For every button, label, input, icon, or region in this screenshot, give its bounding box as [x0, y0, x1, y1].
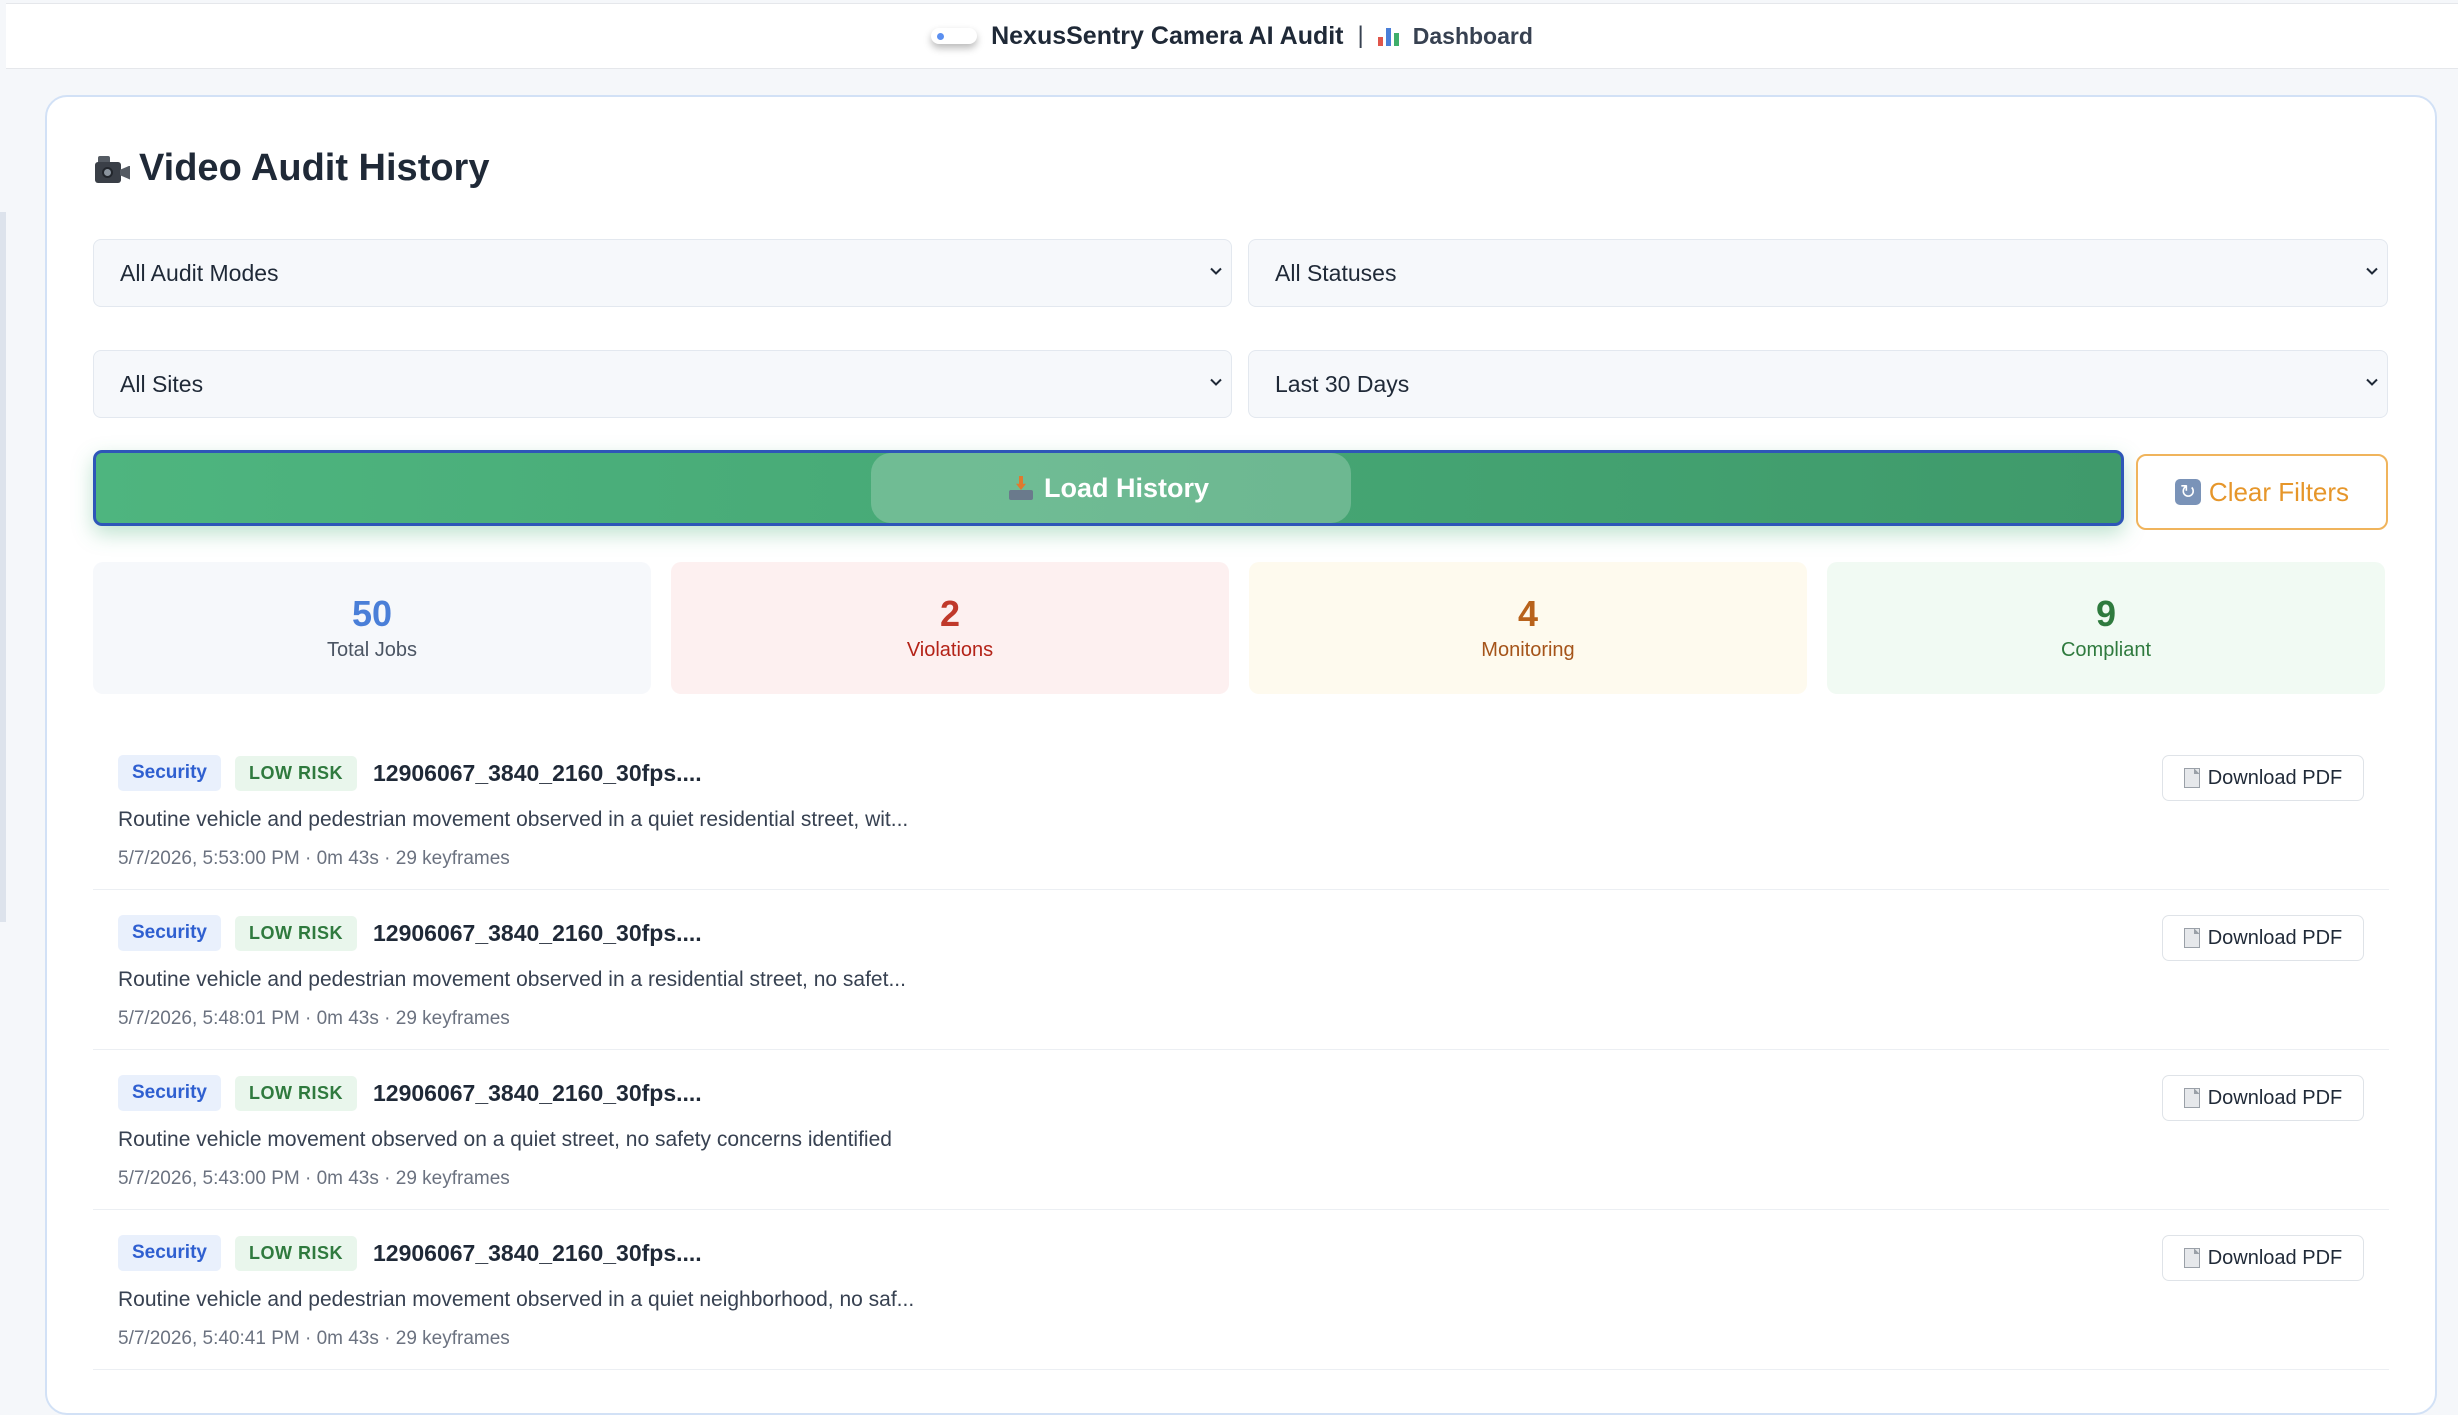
download-pdf-label: Download PDF	[2207, 1086, 2343, 1109]
job-meta: 5/7/2026, 5:43:00 PM · 0m 43s · 29 keyfr…	[118, 1168, 510, 1189]
stat-value: 4	[1517, 592, 1539, 634]
audit-mode-badge: Security	[118, 915, 221, 951]
stat-label: Violations	[906, 639, 994, 662]
logo-icon[interactable]	[931, 28, 978, 44]
risk-badge: LOW RISK	[234, 755, 357, 791]
job-list-item[interactable]: Security LOW RISK 12906067_3840_2160_30f…	[93, 1050, 2389, 1210]
download-pdf-label: Download PDF	[2207, 766, 2343, 789]
stat-total-jobs: 50 Total Jobs	[93, 562, 651, 694]
risk-badge: LOW RISK	[234, 915, 357, 951]
title-separator: |	[1357, 22, 1364, 49]
chevron-down-icon	[2366, 267, 2378, 275]
left-edge-strip	[0, 212, 6, 922]
download-pdf-button[interactable]: Download PDF	[2162, 1235, 2364, 1281]
download-pdf-button[interactable]: Download PDF	[2162, 755, 2364, 801]
stat-label: Total Jobs	[326, 639, 418, 662]
status-value: All Statuses	[1275, 259, 1397, 286]
job-description: Routine vehicle and pedestrian movement …	[118, 1288, 915, 1311]
date-range-value: Last 30 Days	[1275, 370, 1410, 397]
job-list-item[interactable]: Security LOW RISK 12906067_3840_2160_30f…	[93, 1210, 2389, 1370]
stat-label: Monitoring	[1481, 639, 1575, 662]
bar-chart-icon	[1377, 26, 1399, 46]
job-file-name: 12906067_3840_2160_30fps....	[372, 1239, 702, 1266]
job-list-item[interactable]: Security LOW RISK 12906067_3840_2160_30f…	[93, 730, 2389, 890]
audit-history-panel: Video Audit History All Audit Modes All …	[45, 95, 2437, 1415]
chevron-down-icon	[2366, 378, 2378, 386]
job-description: Routine vehicle and pedestrian movement …	[118, 808, 909, 831]
audit-mode-badge: Security	[118, 755, 221, 791]
app-title: NexusSentry Camera AI Audit	[991, 21, 1344, 50]
stat-compliant: 9 Compliant	[1827, 562, 2385, 694]
clear-filters-label: Clear Filters	[2208, 476, 2350, 507]
document-icon	[2183, 928, 2200, 948]
job-meta: 5/7/2026, 5:40:41 PM · 0m 43s · 29 keyfr…	[118, 1328, 510, 1349]
download-pdf-button[interactable]: Download PDF	[2162, 915, 2364, 961]
document-icon	[2183, 768, 2200, 788]
download-pdf-button[interactable]: Download PDF	[2162, 1075, 2364, 1121]
status-select[interactable]: All Statuses	[1248, 239, 2388, 307]
clear-filters-button[interactable]: ↻ Clear Filters	[2136, 454, 2388, 530]
audit-mode-value: All Audit Modes	[120, 259, 279, 286]
stat-violations: 2 Violations	[671, 562, 1229, 694]
load-history-label: Load History	[1043, 472, 1210, 503]
audit-mode-badge: Security	[118, 1235, 221, 1271]
site-select[interactable]: All Sites	[93, 350, 1232, 418]
dashboard-link[interactable]: Dashboard	[1413, 23, 1533, 50]
audit-mode-badge: Security	[118, 1075, 221, 1111]
chevron-down-icon	[1210, 267, 1222, 275]
video-camera-icon	[95, 155, 130, 183]
risk-badge: LOW RISK	[234, 1235, 357, 1271]
stat-label: Compliant	[2060, 639, 2152, 662]
chevron-down-icon	[1210, 378, 1222, 386]
download-pdf-label: Download PDF	[2207, 926, 2343, 949]
page-heading: Video Audit History	[95, 147, 489, 190]
inbox-tray-icon	[1008, 476, 1034, 500]
stat-value: 50	[351, 592, 393, 634]
page-title: Video Audit History	[139, 147, 490, 189]
stat-value: 9	[2095, 592, 2117, 634]
job-file-name: 12906067_3840_2160_30fps....	[372, 759, 702, 786]
site-value: All Sites	[120, 370, 204, 397]
job-list-item[interactable]: Security LOW RISK 12906067_3840_2160_30f…	[93, 890, 2389, 1050]
audit-mode-select[interactable]: All Audit Modes	[93, 239, 1232, 307]
load-history-button[interactable]: Load History	[93, 450, 2124, 526]
job-meta: 5/7/2026, 5:53:00 PM · 0m 43s · 29 keyfr…	[118, 848, 510, 869]
download-pdf-label: Download PDF	[2207, 1246, 2343, 1269]
job-file-name: 12906067_3840_2160_30fps....	[372, 919, 702, 946]
job-file-name: 12906067_3840_2160_30fps....	[372, 1079, 702, 1106]
document-icon	[2183, 1088, 2200, 1108]
job-description: Routine vehicle movement observed on a q…	[118, 1128, 892, 1151]
document-icon	[2183, 1248, 2200, 1268]
top-bar: NexusSentry Camera AI Audit | Dashboard	[6, 3, 2458, 69]
risk-badge: LOW RISK	[234, 1075, 357, 1111]
stat-monitoring: 4 Monitoring	[1249, 562, 1807, 694]
stat-value: 2	[939, 592, 961, 634]
refresh-icon: ↻	[2174, 479, 2201, 505]
job-meta: 5/7/2026, 5:48:01 PM · 0m 43s · 29 keyfr…	[118, 1008, 510, 1029]
job-description: Routine vehicle and pedestrian movement …	[118, 968, 906, 991]
date-range-select[interactable]: Last 30 Days	[1248, 350, 2388, 418]
